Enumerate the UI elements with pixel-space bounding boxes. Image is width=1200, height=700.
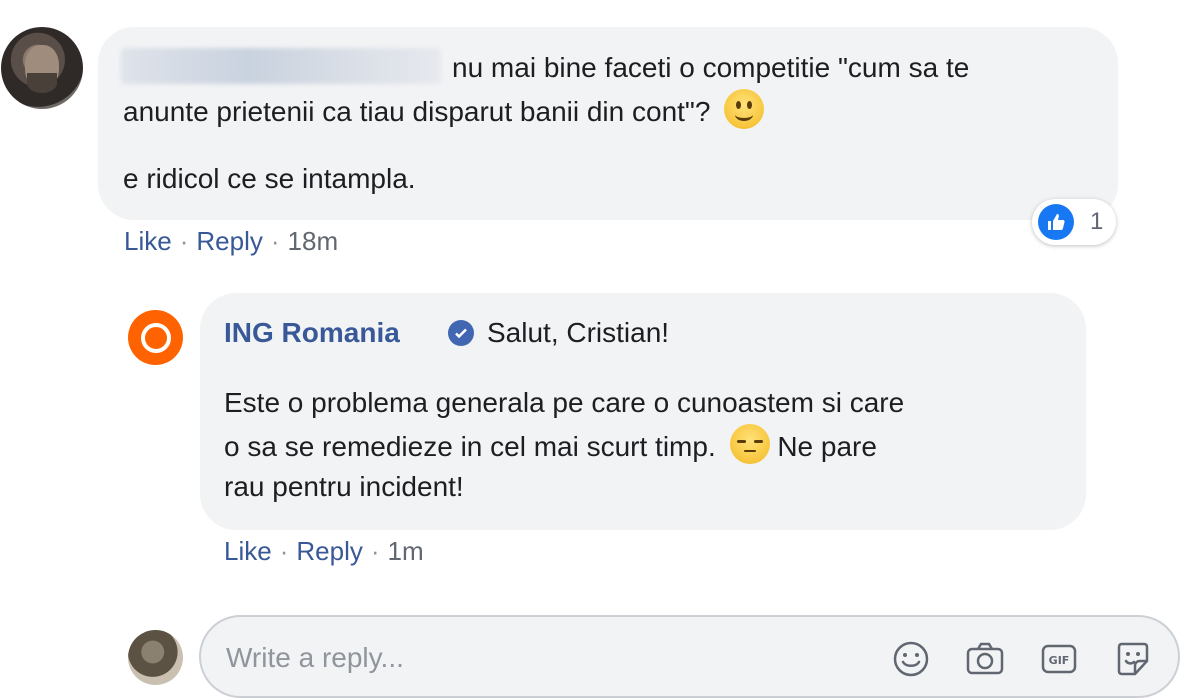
disappointed-emoji-icon [729, 424, 770, 464]
reaction-summary[interactable]: 1 [1032, 199, 1116, 245]
sticker-icon[interactable] [1111, 637, 1155, 681]
like-link[interactable]: Like [124, 226, 172, 256]
timestamp[interactable]: 18m [288, 226, 339, 256]
svg-text:GIF: GIF [1049, 654, 1070, 667]
reply-text-line2: o sa se remedieze in cel mai scurt timp.… [224, 424, 877, 468]
comment-text-line2: anunte prietenii ca tiau disparut banii … [123, 89, 765, 133]
reply-greeting: Salut, Cristian! [487, 317, 670, 348]
reply-input[interactable] [226, 636, 846, 680]
smile-emoji-icon [724, 89, 765, 129]
separator: · [270, 226, 280, 256]
emoji-icon[interactable] [889, 637, 933, 681]
reply-author-name[interactable]: ING Romania [224, 312, 400, 354]
separator: · [279, 536, 289, 566]
separator: · [179, 226, 189, 256]
reply-text-line1: Este o problema generala pe care o cunoa… [224, 387, 905, 418]
thumbs-up-icon [1038, 204, 1074, 240]
reaction-count: 1 [1090, 208, 1104, 235]
reply-text-line2-content: o sa se remedieze in cel mai scurt timp. [224, 431, 716, 462]
reply-actions: Like · Reply · 1m [224, 536, 424, 567]
separator: · [370, 536, 380, 566]
ing-lion-logo-icon [140, 322, 171, 353]
commenter-avatar[interactable] [1, 27, 83, 109]
ing-avatar[interactable] [128, 310, 183, 365]
avatar-beard [27, 73, 57, 93]
gif-icon[interactable]: GIF [1037, 637, 1081, 681]
reply-link[interactable]: Reply [296, 536, 362, 566]
blurred-author-name[interactable] [121, 48, 441, 84]
comment-text-line2-content: anunte prietenii ca tiau disparut banii … [123, 96, 711, 127]
current-user-avatar [128, 630, 183, 685]
comment-text-line1: nu mai bine faceti o competitie "cum sa … [452, 52, 970, 83]
timestamp[interactable]: 1m [388, 536, 424, 566]
reply-text-line2-end: Ne pare [777, 431, 877, 462]
camera-icon[interactable] [963, 637, 1007, 681]
verified-badge-icon [448, 320, 474, 346]
reply-link[interactable]: Reply [196, 226, 262, 256]
comment-actions: Like · Reply · 18m [124, 226, 338, 257]
comment-text-line3: e ridicol ce se intampla. [123, 163, 416, 194]
reply-text-line3: rau pentru incident! [224, 471, 464, 502]
like-link[interactable]: Like [224, 536, 272, 566]
